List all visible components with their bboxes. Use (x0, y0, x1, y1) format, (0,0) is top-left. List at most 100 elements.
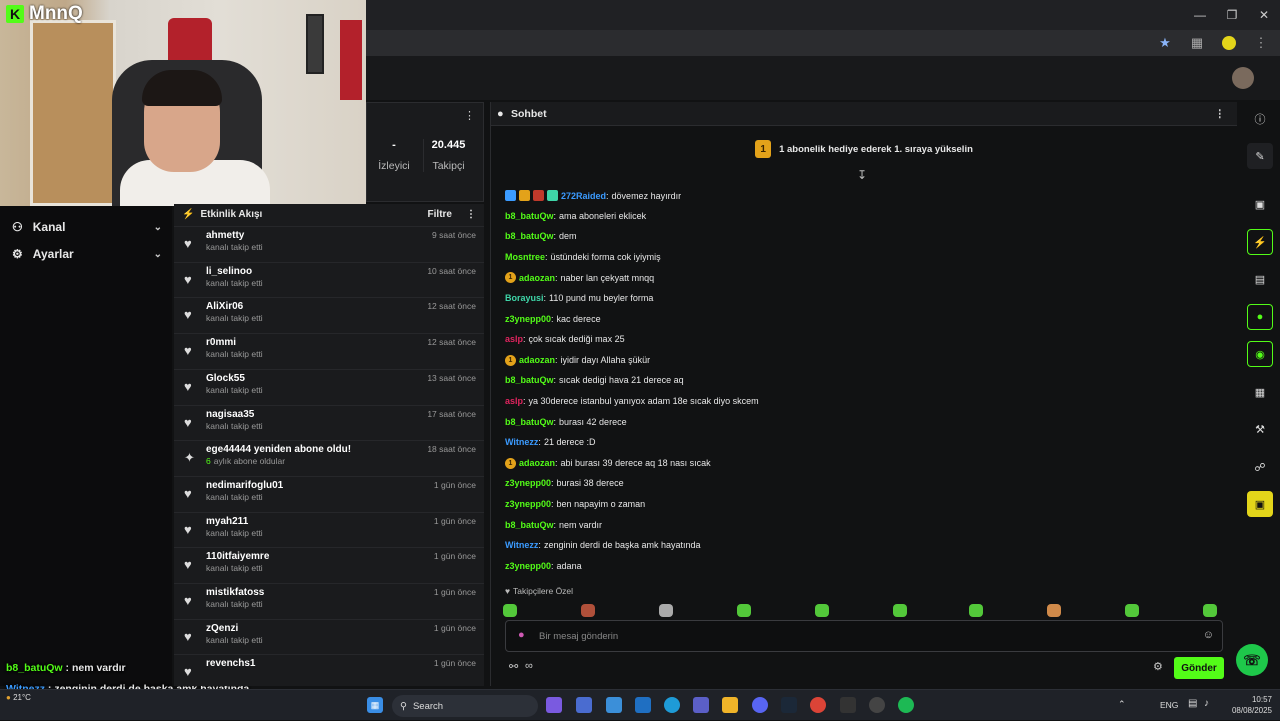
layout-icon[interactable]: ▦ (1247, 379, 1273, 405)
chat-message[interactable]: aslp: çok sıcak dediği max 25 (505, 334, 625, 344)
extensions-icon[interactable]: ▦ (1188, 34, 1206, 52)
emote-icon[interactable] (969, 604, 983, 617)
chat-message[interactable]: Borayusi:110 pund mu beyler forma (505, 293, 653, 303)
feed-item[interactable]: ♥ myah211 kanalı takip etti 1 gün önce (174, 511, 484, 547)
feed-item[interactable]: ♥ AliXir06 kanalı takip etti 12 saat önce (174, 297, 484, 332)
feed-item[interactable]: ♥ r0mmi kanalı takip etti 12 saat önce (174, 333, 484, 368)
nav-item-ayarlar[interactable]: ⚙ Ayarlar ⌄ (12, 242, 162, 266)
users-icon[interactable]: ⚯ (509, 660, 518, 673)
chat-username[interactable]: adaozan (519, 458, 555, 468)
feed-item[interactable]: ♥ ahmetty kanalı takip etti 9 saat önce (174, 226, 484, 261)
chat-username[interactable]: b8_batuQw (505, 417, 554, 427)
lightning-icon[interactable]: ⚡ (1247, 229, 1273, 255)
bookmark-star-icon[interactable]: ★ (1156, 34, 1174, 52)
wrench-icon[interactable]: ⚒ (1247, 416, 1273, 442)
filter-button[interactable]: Filtre (428, 209, 452, 220)
store-icon[interactable] (606, 697, 622, 713)
infinity-icon[interactable]: ∞ (525, 660, 533, 672)
chat-username[interactable]: adaozan (519, 273, 555, 283)
kebab-menu-icon[interactable]: ⋮ (1215, 108, 1226, 120)
chat-username[interactable]: z3ynepp00 (505, 314, 551, 324)
edge-icon[interactable] (664, 697, 680, 713)
emote-icon[interactable] (1047, 604, 1061, 617)
file-explorer-icon[interactable] (722, 697, 738, 713)
windows-start-icon[interactable]: ▦ (367, 697, 383, 713)
pencil-icon[interactable]: ✎ (1247, 143, 1273, 169)
task-view-icon[interactable] (576, 697, 592, 713)
emote-icon[interactable] (1203, 604, 1217, 617)
chat-username[interactable]: b8_batuQw (505, 211, 554, 221)
chat-message[interactable]: z3ynepp00: burasi 38 derece (505, 478, 624, 488)
chat-message[interactable]: b8_batuQw: ama aboneleri eklicek (505, 211, 646, 221)
broadcast-icon[interactable]: ◉ (1247, 341, 1273, 367)
feed-item[interactable]: ♥ li_selinoo kanalı takip etti 10 saat önce (174, 261, 484, 297)
nav-item-kanal[interactable]: ⚇ Kanal ⌄ (12, 215, 162, 239)
chat-username[interactable]: Witnezz (505, 437, 538, 447)
weather-widget[interactable]: ● 21°C (6, 693, 31, 702)
app-icon[interactable] (840, 697, 856, 713)
taskbar-search[interactable]: ⚲ Search (392, 695, 538, 717)
send-button[interactable]: Gönder (1174, 657, 1224, 679)
chat-username[interactable]: Borayusi (505, 293, 544, 303)
chat-message[interactable]: Witnezz: zenginin derdi de başka amk haya… (505, 540, 701, 550)
feed-item[interactable]: ♥ 110itfaiyemre kanalı takip etti 1 gün önc… (174, 547, 484, 582)
chrome-icon[interactable] (810, 697, 826, 713)
chat-username[interactable]: z3ynepp00 (505, 499, 551, 509)
steam-icon[interactable] (781, 697, 797, 713)
chat-input-box[interactable]: ● Bir mesaj gönderin ☺ (505, 620, 1223, 652)
feed-item[interactable]: ♥ nagisaa35 kanalı takip etti 17 saat önce (174, 404, 484, 440)
profile-icon[interactable] (1220, 34, 1238, 52)
kebab-menu-icon[interactable]: ⋮ (466, 209, 476, 220)
chat-message[interactable]: z3ynepp00: adana (505, 561, 582, 571)
chat-message[interactable]: 1 adaozan: iyidir dayı Allaha şükür (505, 354, 650, 366)
minimize-icon[interactable]: — (1184, 0, 1216, 30)
obs-icon[interactable] (869, 697, 885, 713)
emote-icon[interactable] (659, 604, 673, 617)
emote-icon[interactable] (815, 604, 829, 617)
chat-message[interactable]: Mosntree: üstündeki forma cok iyiymiş (505, 252, 661, 262)
discord-icon[interactable] (752, 697, 768, 713)
share-icon[interactable]: ☍ (1247, 454, 1273, 480)
feed-item[interactable]: ♥ zQenzi kanalı takip etti 1 gün önce (174, 618, 484, 654)
chat-username[interactable]: adaozan (519, 355, 555, 365)
chat-message[interactable]: Witnezz:21 derece :D (505, 437, 595, 447)
chat-username[interactable]: b8_batuQw (505, 520, 554, 530)
info-icon[interactable]: ⓘ (1247, 106, 1273, 132)
kebab-menu-icon[interactable]: ⋮ (464, 109, 475, 122)
chat-username[interactable]: z3ynepp00 (505, 561, 551, 571)
emoji-picker-icon[interactable]: ☺ (1203, 629, 1214, 641)
chat-username[interactable]: aslp (505, 334, 523, 344)
chat-message[interactable]: 272Raided: dövemez hayırdır (505, 190, 681, 201)
chat-input[interactable]: Bir mesaj gönderin (539, 631, 618, 642)
support-icon[interactable]: ☏ (1236, 644, 1268, 676)
pinned-goal[interactable]: 1 1 abonelik hediye ederek 1. sıraya yük… (491, 132, 1237, 166)
chat-message[interactable]: aslp: ya 30derece istanbul yanıyox adam 1… (505, 396, 759, 406)
feed-item[interactable]: ✦ ege44444 yeniden abone oldu! 6 aylık abon… (174, 440, 484, 475)
chat-username[interactable]: aslp (505, 396, 523, 406)
chat-bubble-icon[interactable]: ● (1247, 304, 1273, 330)
chat-message[interactable]: z3ynepp00: ben napayim o zaman (505, 499, 645, 509)
chat-username[interactable]: Witnezz (505, 540, 538, 550)
feed-item[interactable]: ♥ Glock55 kanalı takip etti 13 saat önce (174, 368, 484, 404)
chat-username[interactable]: z3ynepp00 (505, 478, 551, 488)
chat-username[interactable]: b8_batuQw (505, 231, 554, 241)
gear-icon[interactable]: ⚙ (1153, 660, 1163, 673)
network-icon[interactable]: ▤ (1188, 698, 1197, 709)
emote-icon[interactable] (893, 604, 907, 617)
collapse-pinned-icon[interactable]: ↧ (857, 168, 867, 182)
emote-icon[interactable] (503, 604, 517, 617)
chat-message[interactable]: b8_batuQw: dem (505, 231, 577, 241)
chat-message[interactable]: b8_batuQw: burası 42 derece (505, 417, 627, 427)
volume-icon[interactable]: ♪ (1204, 698, 1209, 709)
outlook-icon[interactable] (635, 697, 651, 713)
chevron-up-icon[interactable]: ⌃ (1118, 699, 1126, 710)
feed-item[interactable]: ♥ mistikfatoss kanalı takip etti 1 gün önce (174, 583, 484, 618)
microphone-icon[interactable]: ● (518, 629, 525, 641)
avatar[interactable] (1232, 67, 1254, 89)
feed-item[interactable]: ♥ nedimarifoglu01 kanalı takip etti 1 gün ö… (174, 475, 484, 511)
chat-message[interactable]: b8_batuQw: sıcak dedigi hava 21 derece aq (505, 375, 684, 385)
clock[interactable]: 10:57 08/08/2025 (1222, 694, 1272, 716)
document-icon[interactable]: ▤ (1247, 266, 1273, 292)
screenshot-icon[interactable]: ▣ (1247, 191, 1273, 217)
emote-icon[interactable] (737, 604, 751, 617)
